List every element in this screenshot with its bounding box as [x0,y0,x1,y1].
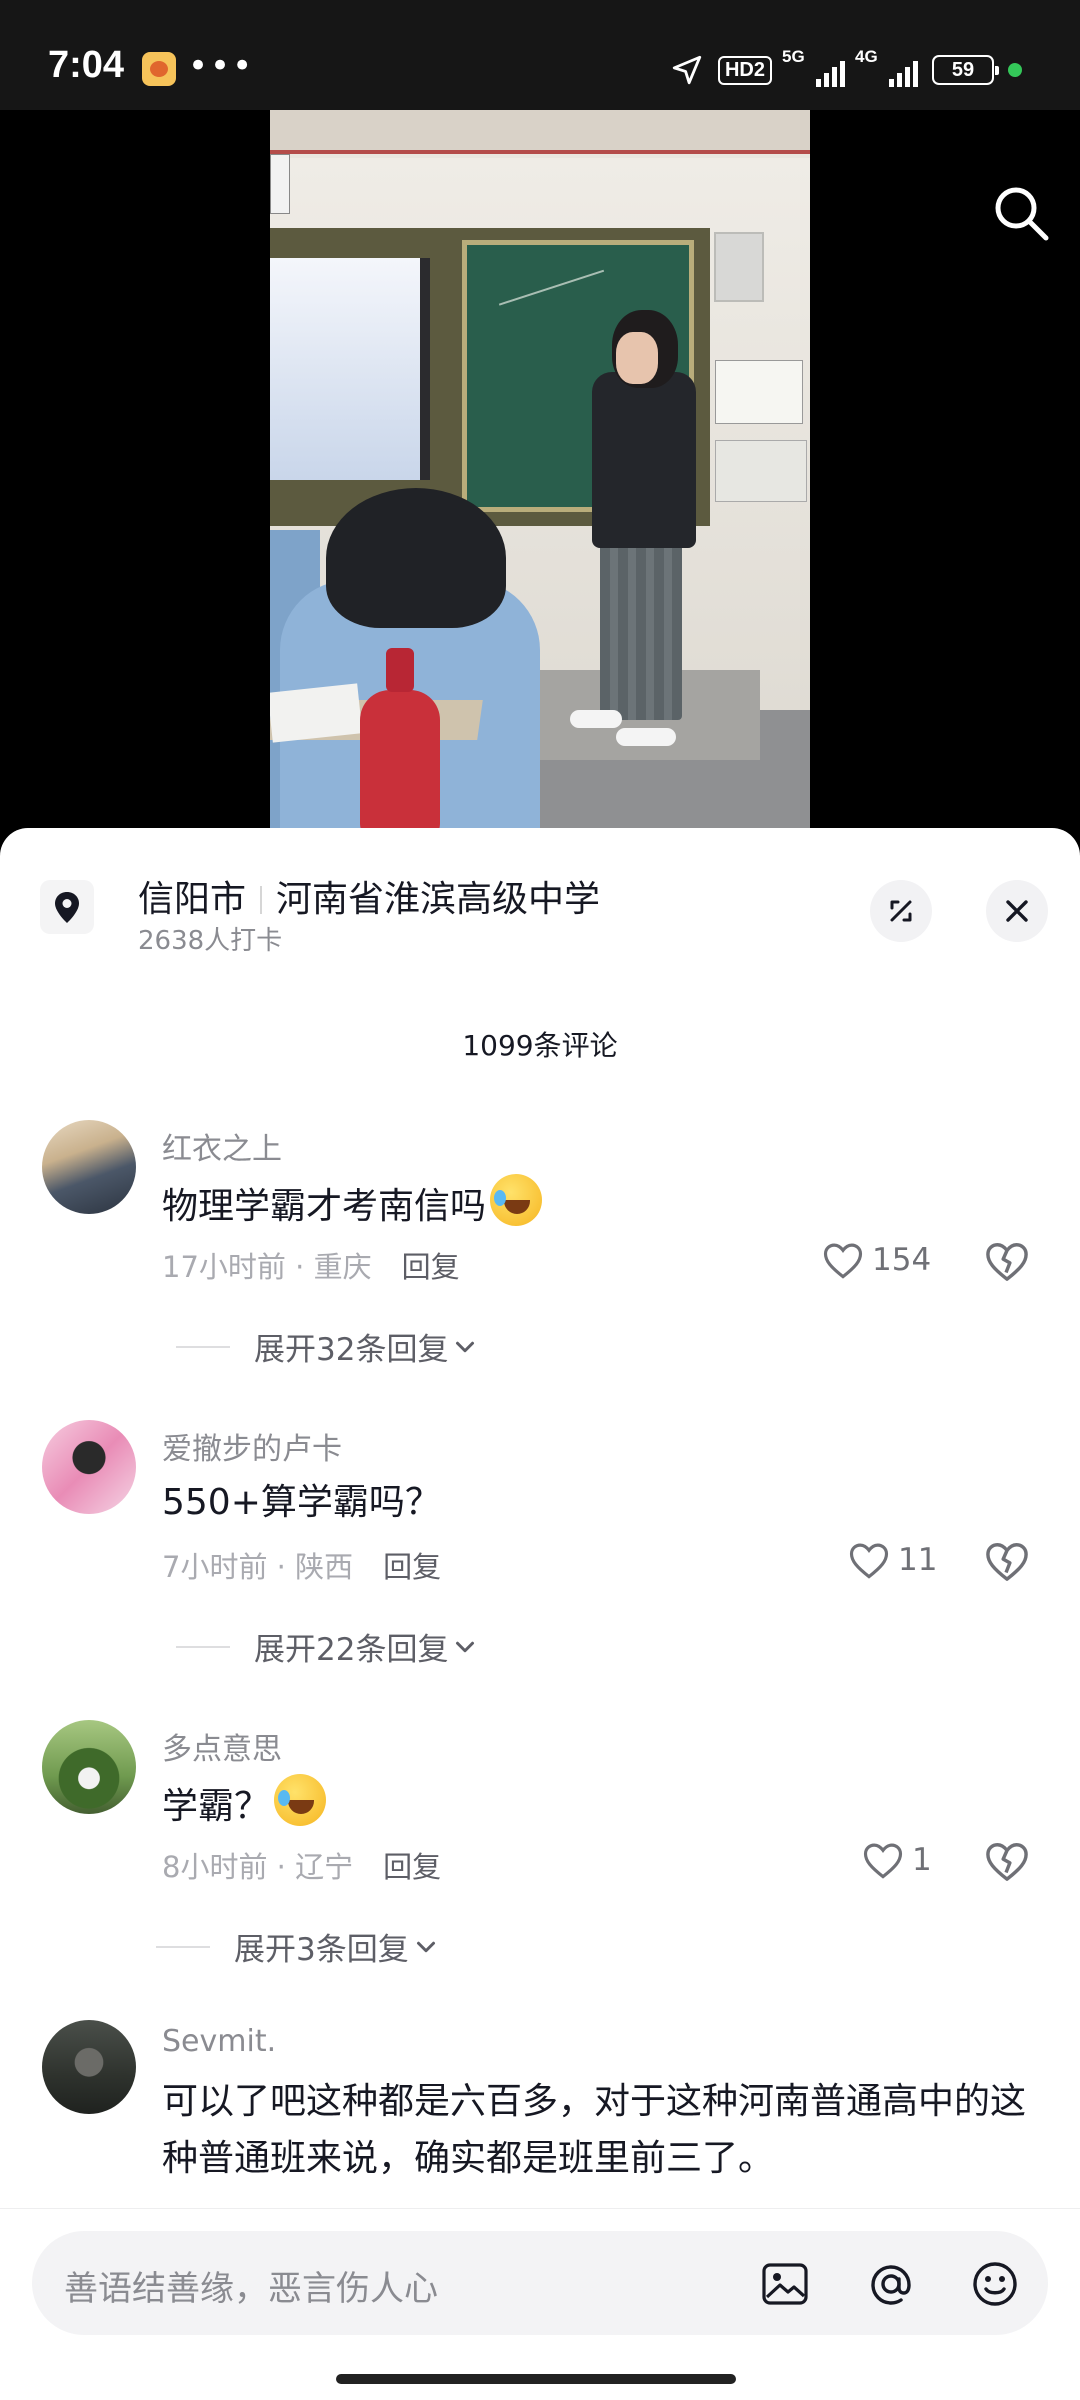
comment-text: 550+算学霸吗？ [162,1474,1042,1532]
chevron-down-icon [456,1641,475,1652]
mention-icon[interactable] [864,2257,918,2311]
comment-text-content: 学霸？ [162,1786,271,1827]
avatar[interactable] [42,1420,136,1514]
close-sheet-button[interactable] [986,880,1048,942]
comment-time: 17小时前 [162,1250,286,1284]
video-player[interactable] [0,110,1080,850]
comment-input-bar: 善语结善缘，恶言伤人心 [0,2208,1080,2398]
comment-time: 8小时前 [162,1850,268,1884]
video-frame[interactable] [270,110,810,850]
signal-4g-icon: 4G [855,47,918,87]
comment-text: 可以了吧这种都是六百多，对于这种河南普通高中的这种普通班来说，确实都是班里前三了… [162,2081,1027,2179]
expand-replies-label: 展开3条回复 [234,1932,409,1968]
status-icons: HD2 5G 4G 59 [670,47,1022,90]
search-icon[interactable] [990,182,1052,244]
status-time: 7:04 [48,44,125,86]
comment-region: 辽宁 [295,1850,354,1884]
expand-replies-button[interactable]: 展开22条回复 [176,1624,482,1669]
battery-icon: 59 [932,55,999,85]
comment-region: 陕西 [295,1550,354,1584]
comment-item: 多点意思 学霸？ 8小时前 · 辽宁 回复 1 展开3条回复 [0,1720,1080,2020]
expand-replies-button[interactable]: 展开3条回复 [156,1924,443,1969]
privacy-indicator-dot [1008,63,1022,77]
comment-username[interactable]: 多点意思 [162,1724,282,1768]
comment-item: 红衣之上 物理学霸才考南信吗 17小时前 · 重庆 回复 154 展开32条回复 [0,1120,1080,1420]
like-count: 11 [898,1542,938,1578]
location-city: 信阳市 [138,879,247,920]
comment-text: 物理学霸才考南信吗 [162,1174,1042,1236]
comment-input[interactable]: 善语结善缘，恶言伤人心 [32,2231,1048,2335]
laugh-cry-emoji-icon [490,1174,543,1226]
expand-icon [890,900,912,922]
comment-region: 重庆 [313,1250,372,1284]
status-bar: 7:04 ••• HD2 5G 4G 59 [0,0,1080,110]
comment-input-placeholder: 善语结善缘，恶言伤人心 [64,2269,438,2309]
dislike-heart-icon[interactable] [984,1540,1030,1582]
image-icon[interactable] [758,2257,812,2311]
comment-username[interactable]: Sevmit. [162,2024,276,2059]
dislike-heart-icon[interactable] [984,1240,1030,1282]
emoji-icon[interactable] [968,2257,1022,2311]
chevron-down-icon [456,1341,475,1352]
avatar[interactable] [42,2020,136,2114]
location-place: 河南省淮滨高级中学 [276,879,601,920]
chevron-down-icon [416,1941,435,1952]
comment-time: 7小时前 [162,1550,268,1584]
like-button[interactable]: 11 [848,1540,937,1580]
heart-icon [823,1243,863,1279]
signal-5g-label: 5G [782,47,805,66]
comment-item: 爱撤步的卢卡 550+算学霸吗？ 7小时前 · 陕西 回复 11 展开22条回复 [0,1420,1080,1720]
app-notification-icon [142,52,176,86]
laugh-cry-emoji-icon [274,1774,327,1826]
location-pin-icon [40,880,94,934]
expand-sheet-button[interactable] [870,880,932,942]
comment-text: 学霸？ [162,1774,1042,1836]
location-checkins: 2638人打卡 [138,926,283,956]
comment-meta: 17小时前 · 重庆 回复 [162,1250,460,1284]
comment-meta: 7小时前 · 陕西 回复 [162,1550,442,1584]
expand-replies-label: 展开32条回复 [254,1332,449,1368]
reply-button[interactable]: 回复 [383,1850,441,1884]
heart-icon [863,1843,903,1879]
expand-replies-button[interactable]: 展开32条回复 [176,1324,482,1369]
more-notifications-icon: ••• [188,46,255,86]
like-count: 154 [872,1242,932,1278]
reply-button[interactable]: 回复 [402,1250,460,1284]
home-indicator[interactable] [336,2374,736,2384]
location-header[interactable]: 信阳市 河南省淮滨高级中学 2638人打卡 [0,828,1080,968]
heart-icon [849,1543,889,1579]
like-button[interactable]: 154 [822,1240,931,1280]
avatar[interactable] [42,1720,136,1814]
signal-5g-icon: 5G [782,47,845,87]
location-title[interactable]: 信阳市 河南省淮滨高级中学 [138,870,600,922]
like-count: 1 [912,1842,932,1878]
comments-sheet: 信阳市 河南省淮滨高级中学 2638人打卡 1099条评论 红衣之上 物理学霸才考… [0,828,1080,2400]
location-arrow-icon [672,55,702,85]
comment-text-content: 物理学霸才考南信吗 [162,1186,487,1227]
expand-replies-label: 展开22条回复 [254,1632,449,1668]
signal-4g-label: 4G [855,47,878,66]
comment-meta: 8小时前 · 辽宁 回复 [162,1850,442,1884]
hd-voice-icon: HD2 [717,55,772,85]
like-button[interactable]: 1 [862,1840,932,1880]
comments-count: 1099条评论 [462,1029,618,1062]
comment-text-content: 550+算学霸吗？ [162,1482,441,1523]
close-icon [1006,900,1028,922]
comment-item: Sevmit. 可以了吧这种都是六百多，对于这种河南普通高中的这种普通班来说，确… [0,2020,1080,2220]
comment-username[interactable]: 爱撤步的卢卡 [162,1424,342,1468]
dislike-heart-icon[interactable] [984,1840,1030,1882]
comment-username[interactable]: 红衣之上 [162,1124,282,1168]
reply-button[interactable]: 回复 [383,1550,441,1584]
avatar[interactable] [42,1120,136,1214]
